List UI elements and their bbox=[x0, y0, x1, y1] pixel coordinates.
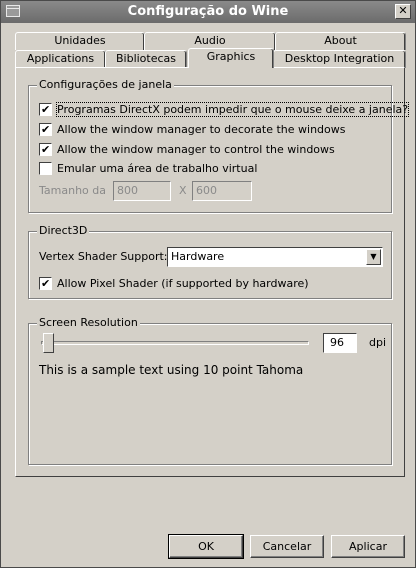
desktop-size-label: Tamanho da bbox=[39, 184, 106, 197]
window-settings-title: Configurações de janela bbox=[37, 78, 174, 91]
desktop-width-field[interactable]: 800 bbox=[113, 181, 171, 201]
option-wm-decorate[interactable]: Allow the window manager to decorate the… bbox=[39, 122, 346, 138]
option-label: Programas DirectX podem impedir que o mo… bbox=[55, 102, 410, 117]
direct3d-title: Direct3D bbox=[37, 224, 90, 237]
direct3d-group: Direct3D Vertex Shader Support: Hardware… bbox=[28, 224, 392, 299]
apply-button[interactable]: Aplicar bbox=[331, 535, 405, 558]
dpi-slider-thumb[interactable] bbox=[43, 333, 54, 353]
dpi-unit-label: dpi bbox=[369, 336, 387, 349]
vertex-shader-value: Hardware bbox=[171, 250, 225, 263]
size-separator: X bbox=[179, 184, 187, 197]
option-label: Allow Pixel Shader (if supported by hard… bbox=[57, 277, 309, 290]
tab-about[interactable]: About bbox=[275, 32, 406, 50]
option-label: Allow the window manager to decorate the… bbox=[57, 123, 346, 136]
vertex-shader-select[interactable]: Hardware ▼ bbox=[167, 247, 383, 267]
close-icon[interactable]: ✕ bbox=[395, 4, 411, 19]
screen-resolution-title: Screen Resolution bbox=[37, 316, 140, 329]
dpi-input[interactable]: 96 bbox=[323, 333, 357, 353]
window-settings-group: Configurações de janela Programas Direct… bbox=[28, 78, 410, 213]
tab-graphics[interactable]: Graphics bbox=[188, 48, 274, 68]
checkbox-wm-control[interactable] bbox=[39, 142, 52, 158]
cancel-button[interactable]: Cancelar bbox=[250, 535, 324, 558]
option-directx-mouse[interactable]: Programas DirectX podem impedir que o mo… bbox=[39, 102, 410, 118]
tab-applications[interactable]: Applications bbox=[15, 50, 106, 68]
checkbox-pixel-shader[interactable] bbox=[39, 276, 52, 292]
option-wm-control[interactable]: Allow the window manager to control the … bbox=[39, 142, 335, 158]
option-virtual-desktop[interactable]: Emular uma área de trabalho virtual bbox=[39, 161, 257, 177]
checkbox-directx-mouse[interactable] bbox=[39, 102, 52, 118]
screen-resolution-group: Screen Resolution 96 dpi This is a sampl… bbox=[28, 316, 392, 465]
vertex-shader-label: Vertex Shader Support: bbox=[39, 250, 168, 263]
graphics-panel: Configurações de janela Programas Direct… bbox=[15, 67, 410, 477]
checkbox-wm-decorate[interactable] bbox=[39, 122, 52, 138]
option-label: Allow the window manager to control the … bbox=[57, 143, 335, 156]
option-pixel-shader[interactable]: Allow Pixel Shader (if supported by hard… bbox=[39, 276, 309, 292]
title-bar[interactable]: Configuração do Wine ✕ bbox=[1, 1, 415, 23]
ok-button[interactable]: OK bbox=[168, 534, 244, 559]
desktop-height-field[interactable]: 600 bbox=[192, 181, 252, 201]
tab-unidades[interactable]: Unidades bbox=[15, 32, 145, 50]
window-title: Configuração do Wine bbox=[127, 4, 289, 19]
option-label: Emular uma área de trabalho virtual bbox=[57, 162, 258, 175]
tab-desktop-integration[interactable]: Desktop Integration bbox=[273, 50, 406, 68]
tab-bibliotecas[interactable]: Bibliotecas bbox=[105, 50, 187, 68]
sample-text: This is a sample text using 10 point Tah… bbox=[39, 363, 304, 377]
wine-config-window: Configuração do Wine ✕ Unidades Audio Ab… bbox=[0, 0, 416, 568]
checkbox-virtual-desktop[interactable] bbox=[39, 161, 52, 175]
dpi-slider-track[interactable] bbox=[41, 341, 309, 345]
chevron-down-icon[interactable]: ▼ bbox=[366, 249, 381, 265]
